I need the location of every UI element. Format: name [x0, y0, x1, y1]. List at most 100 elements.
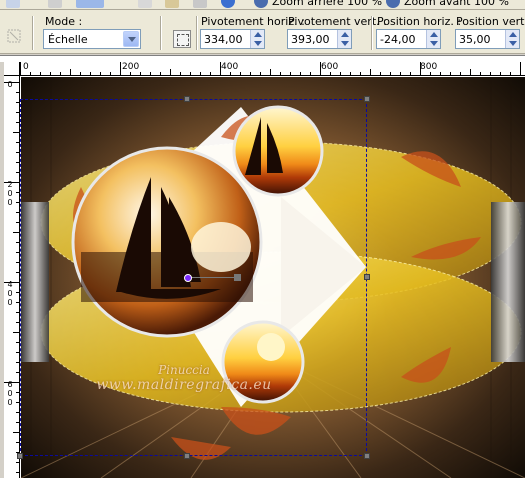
ruler-tick [16, 302, 19, 303]
ruler-tick [380, 72, 381, 75]
ruler-tick [30, 72, 31, 75]
ruler-tick [390, 72, 391, 75]
ruler-tick [480, 72, 481, 75]
spin-arrows-icon[interactable] [505, 30, 519, 48]
ruler-tick [16, 342, 19, 343]
ruler-corner [4, 62, 20, 76]
pos-h-input[interactable]: -24,00 [376, 29, 441, 49]
resize-handle-right[interactable] [364, 274, 370, 280]
ruler-tick [16, 152, 19, 153]
ruler-tick [70, 69, 71, 75]
ruler-label: 600 [321, 62, 339, 72]
ruler-tick [16, 372, 19, 373]
ruler-tick [16, 402, 19, 403]
rotation-handle[interactable] [234, 274, 241, 281]
pivot-v-value: 393,00 [291, 33, 330, 46]
resize-handle-bottom[interactable] [184, 453, 190, 459]
horizontal-ruler[interactable]: 0 200 400 600 800 [20, 62, 525, 76]
ruler-tick [60, 72, 61, 75]
ruler-label: 6 0 0 [7, 380, 13, 407]
ruler-tick [230, 72, 231, 75]
ruler-tick [16, 102, 19, 103]
ruler-label: 800 [420, 62, 438, 72]
watermark-author: Pinuccia [158, 363, 210, 377]
ruler-tick [220, 62, 221, 75]
ruler-tick [250, 72, 251, 75]
spin-arrows-icon[interactable] [337, 30, 351, 48]
ruler-tick [440, 72, 441, 75]
ruler-tick [520, 62, 521, 75]
ruler-tick [16, 322, 19, 323]
ruler-tick [420, 62, 421, 75]
ruler-tick [16, 142, 19, 143]
ruler-tick [360, 72, 361, 75]
pick-tool-icon[interactable] [6, 28, 22, 44]
rotation-arm [188, 277, 237, 278]
separator [160, 16, 161, 50]
reset-transform-icon[interactable] [173, 30, 191, 48]
ruler-tick [270, 69, 271, 75]
resize-handle-bottom-right[interactable] [364, 453, 370, 459]
ruler-tick [16, 462, 19, 463]
ruler-tick [16, 422, 19, 423]
mode-select[interactable]: Échelle [43, 29, 141, 49]
ruler-tick [16, 472, 19, 473]
tool-options-bar: Mode : Échelle Pivotement horiz. : 334,0… [0, 10, 525, 54]
info-icon[interactable] [221, 0, 235, 8]
pivot-point[interactable] [184, 274, 192, 282]
ruler-tick [460, 72, 461, 75]
resize-handle-top-right[interactable] [364, 96, 370, 102]
separator [32, 16, 33, 50]
ruler-tick [16, 262, 19, 263]
ruler-tick [180, 72, 181, 75]
spin-arrows-icon[interactable] [426, 30, 440, 48]
ruler-tick [110, 72, 111, 75]
ruler-tick [13, 332, 19, 333]
separator [196, 16, 197, 50]
resize-handle-bottom-left[interactable] [17, 453, 23, 459]
canvas-image[interactable]: Pinuccia www.maldiregrafica.eu [21, 77, 525, 478]
ruler-tick [100, 72, 101, 75]
watermark-url: www.maldiregrafica.eu [96, 377, 272, 393]
ruler-tick [16, 222, 19, 223]
ruler-tick [290, 72, 291, 75]
ruler-tick [16, 202, 19, 203]
ruler-tick [150, 72, 151, 75]
toolbar-icon[interactable] [138, 0, 152, 8]
zoom-out-label[interactable]: Zoom arrière 100 % [272, 0, 382, 8]
ruler-tick [350, 72, 351, 75]
top-toolbar: Zoom arrière 100 % Zoom avant 100 % [0, 0, 525, 10]
pivot-v-input[interactable]: 393,00 [287, 29, 352, 49]
ruler-tick [4, 282, 19, 283]
toolbar-icon[interactable] [193, 0, 207, 8]
mode-label: Mode : [45, 15, 83, 28]
toolbar-icon[interactable] [6, 0, 20, 8]
chevron-down-icon[interactable] [123, 31, 139, 47]
ruler-tick [510, 72, 511, 75]
zoom-in-icon[interactable] [386, 0, 400, 8]
ruler-tick [410, 72, 411, 75]
ruler-tick [470, 69, 471, 75]
ruler-tick [20, 62, 21, 75]
ruler-label: 400 [221, 62, 239, 72]
ruler-tick [280, 72, 281, 75]
pos-v-input[interactable]: 35,00 [455, 29, 520, 49]
ruler-tick [4, 382, 19, 383]
ruler-label: 2 0 0 [7, 180, 13, 207]
resize-handle-top[interactable] [184, 96, 190, 102]
ruler-tick [16, 252, 19, 253]
ruler-tick [13, 432, 19, 433]
zoom-out-icon[interactable] [254, 0, 268, 8]
ruler-tick [16, 292, 19, 293]
zoom-in-label[interactable]: Zoom avant 100 % [404, 0, 509, 8]
pivot-h-value: 334,00 [204, 33, 243, 46]
pivot-h-input[interactable]: 334,00 [200, 29, 265, 49]
undo-redo-icon[interactable] [76, 0, 104, 8]
ruler-tick [260, 72, 261, 75]
vertical-ruler[interactable]: 0 2 0 0 4 0 0 6 0 0 [4, 76, 20, 478]
ruler-tick [16, 212, 19, 213]
spin-arrows-icon[interactable] [250, 30, 264, 48]
toolbar-icon[interactable] [48, 0, 62, 8]
toolbar-icon[interactable] [165, 0, 179, 8]
pos-v-value: 35,00 [459, 33, 491, 46]
